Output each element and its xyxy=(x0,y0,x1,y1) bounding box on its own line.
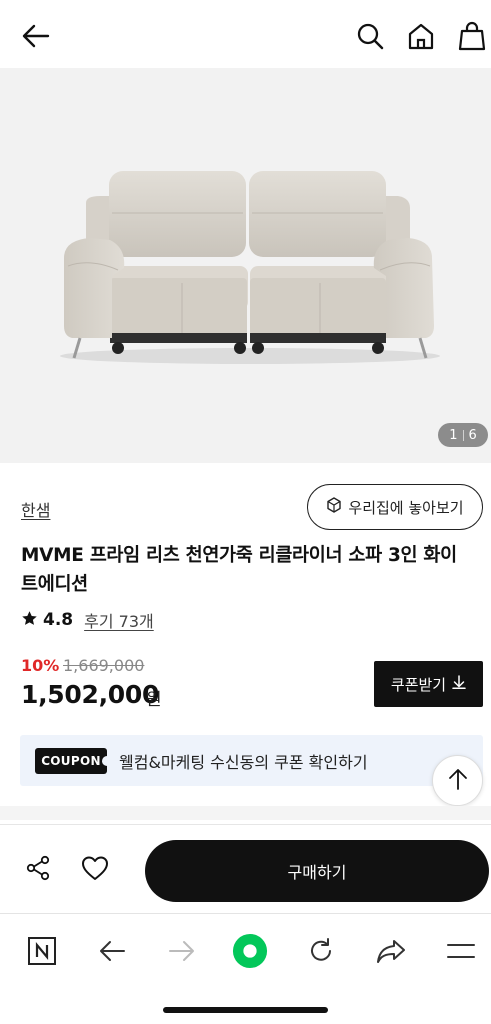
share-icon[interactable] xyxy=(373,933,409,969)
forward-icon[interactable] xyxy=(164,933,200,969)
refresh-icon[interactable] xyxy=(303,933,339,969)
arrow-up-icon xyxy=(448,768,468,794)
get-coupon-button[interactable]: 쿠폰받기 xyxy=(374,661,483,707)
top-bar xyxy=(0,0,491,68)
gallery-page-indicator: 1 6 xyxy=(438,423,488,447)
indicator-separator xyxy=(462,429,464,441)
sale-price: 1,502,000 xyxy=(21,680,160,709)
heart-icon xyxy=(81,855,109,885)
buy-button[interactable]: 구매하기 xyxy=(145,840,489,902)
coupon-tag: COUPON xyxy=(35,747,112,774)
ar-button-label: 우리집에 놓아보기 xyxy=(348,498,464,517)
back-arrow-icon[interactable] xyxy=(20,20,52,52)
naver-icon[interactable] xyxy=(24,933,60,969)
green-dot-icon[interactable] xyxy=(232,933,268,969)
product-image-gallery[interactable]: 1 6 xyxy=(0,68,491,463)
share-button[interactable] xyxy=(22,854,54,886)
search-icon[interactable] xyxy=(354,20,386,52)
product-title: MVME 프라임 리츠 천연가죽 리클라이너 소파 3인 화이트에디션 xyxy=(21,545,457,595)
currency-label: 원 xyxy=(146,690,162,710)
gallery-current: 1 xyxy=(449,427,458,443)
discount-rate: 10% xyxy=(21,656,60,675)
menu-icon[interactable] xyxy=(443,933,479,969)
browser-toolbar xyxy=(0,915,491,1024)
home-indicator[interactable] xyxy=(163,1007,328,1013)
shopping-bag-icon[interactable] xyxy=(456,20,488,52)
share-icon xyxy=(25,855,51,885)
ar-cube-icon xyxy=(326,497,342,517)
scroll-to-top-button[interactable] xyxy=(432,755,483,806)
reviews-link[interactable]: 후기 73개 xyxy=(84,608,154,632)
sofa-image xyxy=(60,171,440,364)
purchase-action-bar: 구매하기 xyxy=(0,826,491,914)
wishlist-button[interactable] xyxy=(79,854,111,886)
coupon-banner[interactable]: COUPON 웰컴&마케팅 수신동의 쿠폰 확인하기 xyxy=(20,735,483,786)
back-icon[interactable] xyxy=(94,933,130,969)
rating-score: 4.8 xyxy=(43,610,74,630)
section-divider xyxy=(0,806,491,820)
section-divider-line xyxy=(0,824,491,825)
coupon-banner-text: 웰컴&마케팅 수신동의 쿠폰 확인하기 xyxy=(119,752,368,772)
brand-link[interactable]: 한샘 xyxy=(21,497,50,521)
download-icon xyxy=(452,675,466,693)
original-price: 1,669,000 xyxy=(63,656,145,675)
coupon-button-label: 쿠폰받기 xyxy=(390,675,447,694)
rating-row: 4.8 후기 73개 xyxy=(21,606,154,634)
star-icon xyxy=(21,610,38,631)
view-in-my-home-button[interactable]: 우리집에 놓아보기 xyxy=(307,484,483,530)
home-icon[interactable] xyxy=(405,20,437,52)
gallery-total: 6 xyxy=(468,427,477,443)
